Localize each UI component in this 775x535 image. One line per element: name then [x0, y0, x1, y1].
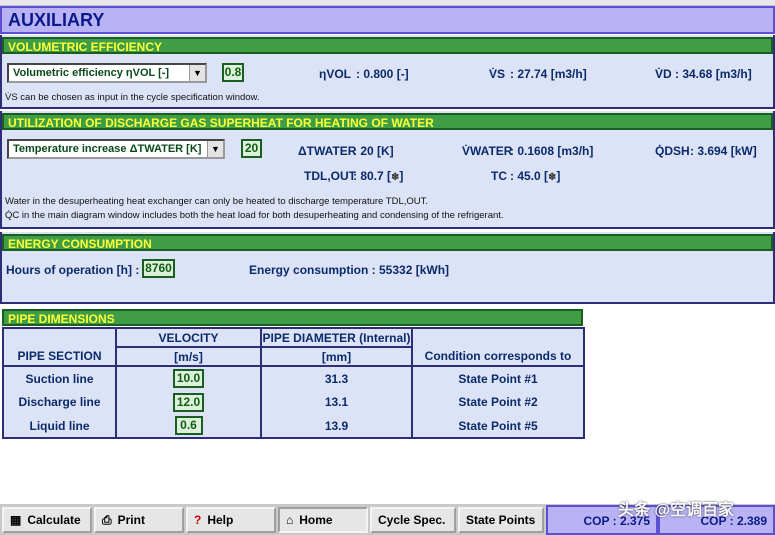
- eta-vol-value: : 0.800 [-]: [356, 67, 409, 81]
- col-pipe-section: PIPE SECTION: [2, 327, 117, 367]
- hours-label: Hours of operation [h] :: [6, 263, 140, 277]
- tc-value: : 45.0 [❄]: [510, 169, 561, 183]
- home-button[interactable]: ⌂ Home: [278, 507, 368, 533]
- temperature-increase-select[interactable]: Temperature increase ΔTWATER [K] ▼: [7, 139, 225, 159]
- chevron-down-icon[interactable]: ▼: [207, 141, 223, 157]
- condition-cell: State Point #5: [411, 414, 585, 439]
- print-button[interactable]: ⎙ Print: [94, 507, 184, 533]
- diameter-cell: 13.1: [260, 390, 413, 414]
- condition-cell: State Point #1: [411, 365, 585, 390]
- watermark: 头条 @空调百家: [618, 502, 735, 519]
- vd-value: : 34.68 [m3/h]: [675, 67, 752, 81]
- dt-water-label: ΔTWATER: [298, 144, 357, 158]
- table-row: Suction line 10.0 31.3 State Point #1: [2, 365, 585, 390]
- temperature-select-label: Temperature increase ΔTWATER [K]: [13, 143, 202, 155]
- diameter-cell: 13.9: [260, 414, 413, 439]
- hours-input[interactable]: 8760: [142, 259, 175, 278]
- volumetric-header: VOLUMETRIC EFFICIENCY: [2, 37, 773, 54]
- velocity-input[interactable]: 0.6: [174, 416, 203, 435]
- vd-label: V̇D: [655, 67, 672, 81]
- diameter-cell: 31.3: [260, 365, 413, 390]
- table-row: Liquid line 0.6 13.9 State Point #5: [2, 414, 585, 439]
- pipe-section-cell: Discharge line: [2, 390, 117, 414]
- velocity-cell: 12.0: [115, 390, 262, 414]
- v-water-label: V̇WATER: [462, 144, 513, 158]
- help-button[interactable]: ? Help: [186, 507, 276, 533]
- superheat-header: UTILIZATION OF DISCHARGE GAS SUPERHEAT F…: [2, 113, 773, 130]
- table-row: Discharge line 12.0 13.1 State Point #2: [2, 390, 585, 414]
- vs-value: : 27.74 [m3/h]: [510, 67, 587, 81]
- tdl-out-value: : 80.7 [❄]: [353, 169, 404, 183]
- home-icon: ⌂: [286, 513, 294, 527]
- energy-consumption-value: 55332 [kWh]: [379, 263, 450, 277]
- col-velocity: VELOCITY: [115, 327, 262, 348]
- volumetric-efficiency-select[interactable]: Volumetric efficiency ηVOL [-] ▼: [7, 63, 207, 83]
- velocity-cell: 0.6: [115, 414, 262, 439]
- temperature-increase-input[interactable]: 20: [241, 139, 262, 158]
- pipe-section-cell: Suction line: [2, 365, 117, 390]
- page-title: AUXILIARY: [0, 6, 775, 34]
- col-condition: Condition corresponds to: [411, 327, 585, 367]
- superheat-note-2: Q̇C in the main diagram window includes …: [5, 210, 504, 221]
- pipe-section-cell: Liquid line: [2, 414, 117, 439]
- q-dsh-value: : 3.694 [kW]: [690, 144, 757, 158]
- unit-icon: ❄: [391, 172, 400, 183]
- q-dsh-label: Q̇DSH: [655, 144, 690, 158]
- pipe-header: PIPE DIMENSIONS: [2, 309, 583, 326]
- col-diameter-unit: [mm]: [260, 346, 413, 367]
- state-points-button[interactable]: State Points: [458, 507, 544, 533]
- printer-icon: ⎙: [102, 513, 112, 527]
- vs-label: V̇S: [489, 67, 506, 81]
- tc-label: TC: [491, 169, 507, 183]
- v-water-value: : 0.1608 [m3/h]: [510, 144, 594, 158]
- unit-icon: ❄: [548, 172, 557, 183]
- dt-water-value: : 20 [K]: [353, 144, 394, 158]
- calculator-icon: ▦: [10, 513, 22, 527]
- velocity-input[interactable]: 10.0: [172, 369, 205, 388]
- energy-header: ENERGY CONSUMPTION: [2, 234, 773, 251]
- eta-vol-label: ηVOL: [319, 67, 351, 81]
- volumetric-note: V̇S can be chosen as input in the cycle …: [5, 92, 260, 103]
- velocity-cell: 10.0: [115, 365, 262, 390]
- superheat-note-1: Water in the desuperheating heat exchang…: [5, 196, 429, 207]
- energy-consumption-label: Energy consumption :: [249, 263, 376, 277]
- pipe-table: PIPE SECTION VELOCITY PIPE DIAMETER (Int…: [2, 327, 585, 439]
- volumetric-select-label: Volumetric efficiency ηVOL [-]: [13, 67, 170, 79]
- tdl-out-label: TDL,OUT: [304, 169, 356, 183]
- chevron-down-icon[interactable]: ▼: [189, 65, 205, 81]
- cycle-spec-button[interactable]: Cycle Spec.: [370, 507, 456, 533]
- velocity-input[interactable]: 12.0: [172, 392, 205, 412]
- help-icon: ?: [194, 513, 202, 527]
- col-velocity-unit: [m/s]: [115, 346, 262, 367]
- condition-cell: State Point #2: [411, 390, 585, 414]
- calculate-button[interactable]: ▦ Calculate: [2, 507, 92, 533]
- col-diameter: PIPE DIAMETER (Internal): [260, 327, 413, 348]
- volumetric-efficiency-input[interactable]: 0.8: [222, 63, 244, 82]
